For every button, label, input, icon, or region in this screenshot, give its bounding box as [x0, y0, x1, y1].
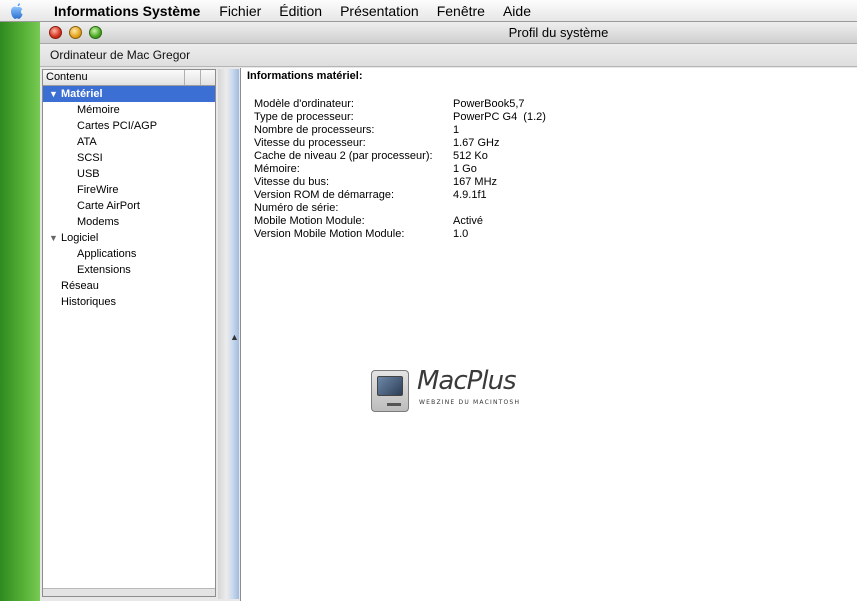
- window-title: Profil du système: [508, 25, 609, 40]
- info-row: Type de processeur: PowerPC G4 (1.2): [254, 111, 546, 124]
- sidebar-item-memoire[interactable]: Mémoire: [43, 102, 215, 118]
- computer-name-bar: Ordinateur de Mac Gregor: [40, 44, 857, 67]
- info-value: 1 Go: [453, 163, 477, 175]
- info-key: Cache de niveau 2 (par processeur):: [254, 150, 433, 162]
- info-row: Modèle d'ordinateur: PowerBook5,7: [254, 98, 546, 111]
- sidebar-item-label: FireWire: [77, 184, 119, 196]
- info-key: Version ROM de démarrage:: [254, 189, 395, 201]
- info-key: Vitesse du processeur:: [254, 137, 366, 149]
- info-row: Numéro de série:: [254, 202, 546, 215]
- sidebar-column-header[interactable]: Contenu: [43, 70, 215, 86]
- sidebar-item-label: Matériel: [61, 88, 103, 100]
- info-value: 1.67 GHz: [453, 137, 500, 149]
- info-value: PowerPC G4 (1.2): [453, 111, 546, 123]
- info-row: Vitesse du bus: 167 MHz: [254, 176, 546, 189]
- info-key: Vitesse du bus:: [254, 176, 330, 188]
- info-value: 1: [453, 124, 460, 136]
- menu-presentation[interactable]: Présentation: [331, 0, 428, 22]
- info-row: Version ROM de démarrage: 4.9.1f1: [254, 189, 546, 202]
- splitter-handle-icon[interactable]: ▲: [230, 332, 239, 342]
- sidebar-item-usb[interactable]: USB: [43, 166, 215, 182]
- sidebar-item-label: SCSI: [77, 152, 103, 164]
- info-value: Activé: [453, 215, 483, 227]
- sidebar-item-label: Historiques: [61, 296, 117, 308]
- info-row: Vitesse du processeur: 1.67 GHz: [254, 137, 546, 150]
- menu-edition[interactable]: Édition: [270, 0, 331, 22]
- menu-fichier[interactable]: Fichier: [210, 0, 270, 22]
- details-title: Informations matériel:: [247, 70, 363, 82]
- sidebar-item-label: Carte AirPort: [77, 200, 140, 212]
- logo-wordmark: MacPlus: [417, 366, 517, 396]
- sidebar-item-materiel[interactable]: ▼ Matériel: [43, 86, 215, 102]
- sidebar-item-scsi[interactable]: SCSI: [43, 150, 215, 166]
- sidebar-item-applications[interactable]: Applications: [43, 246, 215, 262]
- sidebar-item-label: Applications: [77, 248, 137, 260]
- sidebar-item-label: Mémoire: [77, 104, 120, 116]
- info-row: Cache de niveau 2 (par processeur): 512 K…: [254, 150, 546, 163]
- info-value: 512 Ko: [453, 150, 488, 162]
- info-key: Version Mobile Motion Module:: [254, 228, 405, 240]
- sidebar-item-firewire[interactable]: FireWire: [43, 182, 215, 198]
- contents-sidebar: Contenu ▼ Matériel Mémoire Cartes PCI/AG…: [42, 69, 216, 597]
- sidebar-item-label: Cartes PCI/AGP: [77, 120, 158, 132]
- sidebar-item-reseau[interactable]: Réseau: [43, 278, 215, 294]
- apple-icon[interactable]: [0, 0, 34, 22]
- disclosure-triangle-icon[interactable]: ▼: [49, 86, 58, 102]
- column-divider: [184, 70, 185, 85]
- info-key: Type de processeur:: [254, 111, 354, 123]
- computer-name: Ordinateur de Mac Gregor: [50, 48, 191, 62]
- logo-tagline: WEBZINE DU MACINTOSH: [419, 399, 521, 406]
- sidebar-item-label: Modems: [77, 216, 120, 228]
- info-key: Mémoire:: [254, 163, 300, 175]
- sidebar-item-modems[interactable]: Modems: [43, 214, 215, 230]
- sidebar-item-carte-airport[interactable]: Carte AirPort: [43, 198, 215, 214]
- sidebar-header-label: Contenu: [46, 71, 88, 83]
- info-row: Version Mobile Motion Module: 1.0: [254, 228, 546, 241]
- menu-app-name[interactable]: Informations Système: [34, 0, 210, 22]
- info-value: 1.0: [453, 228, 469, 240]
- sidebar-item-extensions[interactable]: Extensions: [43, 262, 215, 278]
- menu-bar: Informations Système Fichier Édition Pré…: [0, 0, 857, 22]
- menu-fenetre[interactable]: Fenêtre: [428, 0, 494, 22]
- disclosure-triangle-icon[interactable]: ▼: [49, 230, 58, 246]
- sidebar-item-cartes-pci-agp[interactable]: Cartes PCI/AGP: [43, 118, 215, 134]
- sidebar-item-label: Réseau: [61, 280, 99, 292]
- sidebar-item-logiciel[interactable]: ▼ Logiciel: [43, 230, 215, 246]
- hardware-info-table: Modèle d'ordinateur: PowerBook5,7 Type de…: [254, 98, 546, 241]
- column-divider: [200, 70, 201, 85]
- system-profiler-window: Profil du système Ordinateur de Mac Greg…: [40, 22, 857, 601]
- info-row: Nombre de processeurs: 1: [254, 124, 546, 137]
- macplus-logo: MacPlus WEBZINE DU MACINTOSH: [371, 366, 541, 418]
- sidebar-item-historiques[interactable]: Historiques: [43, 294, 215, 310]
- details-pane: Informations matériel: Modèle d'ordinate…: [240, 68, 857, 601]
- sidebar-item-label: Extensions: [77, 264, 131, 276]
- info-row: Mémoire: 1 Go: [254, 163, 546, 176]
- sidebar-item-label: ATA: [77, 136, 97, 148]
- info-key: Nombre de processeurs:: [254, 124, 375, 136]
- menu-aide[interactable]: Aide: [494, 0, 540, 22]
- info-value: PowerBook5,7: [453, 98, 525, 110]
- info-key: Mobile Motion Module:: [254, 215, 365, 227]
- info-value: 4.9.1f1: [453, 189, 487, 201]
- info-key: Modèle d'ordinateur:: [254, 98, 354, 110]
- info-row: Mobile Motion Module: Activé: [254, 215, 546, 228]
- sidebar-horizontal-scrollbar[interactable]: [43, 588, 215, 596]
- sidebar-item-ata[interactable]: ATA: [43, 134, 215, 150]
- sidebar-item-label: Logiciel: [61, 232, 99, 244]
- title-bar[interactable]: Profil du système: [40, 22, 857, 44]
- info-key: Numéro de série:: [254, 202, 339, 214]
- macintosh-icon: [371, 370, 409, 412]
- sidebar-item-label: USB: [77, 168, 100, 180]
- info-value: 167 MHz: [453, 176, 498, 188]
